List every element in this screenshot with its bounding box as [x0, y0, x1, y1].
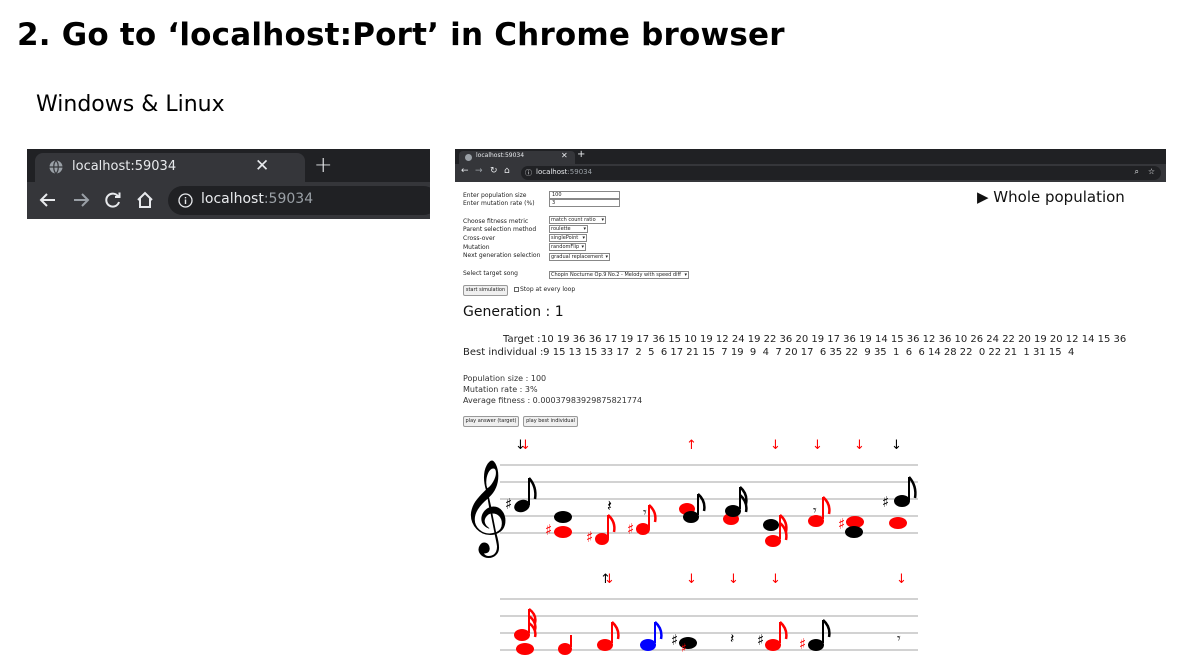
- svg-text:↓: ↓: [520, 438, 531, 453]
- new-tab-icon[interactable]: +: [314, 153, 332, 178]
- tab-title: localhost:59034: [72, 159, 177, 174]
- svg-text:𝄾: 𝄾: [643, 505, 647, 521]
- svg-text:↓: ↓: [896, 572, 907, 587]
- home-icon[interactable]: [135, 190, 155, 210]
- browser-tab[interactable]: localhost:59034 ✕: [35, 153, 305, 182]
- svg-text:↓: ↓: [728, 572, 739, 587]
- forward-icon[interactable]: [71, 190, 91, 210]
- info-icon[interactable]: [178, 193, 193, 208]
- treble-clef-icon: 𝄞: [461, 459, 509, 558]
- svg-text:↓: ↓: [686, 572, 697, 587]
- back-icon[interactable]: [38, 190, 58, 210]
- slide-title: 2. Go to ‘localhost:Port’ in Chrome brow…: [17, 17, 785, 53]
- svg-text:↓: ↓: [604, 572, 615, 587]
- svg-text:♯: ♯: [586, 528, 593, 546]
- svg-text:↓: ↓: [891, 438, 902, 453]
- svg-text:𝄾: 𝄾: [813, 503, 817, 519]
- svg-text:♯: ♯: [838, 515, 845, 533]
- tab-bar: localhost:59034 ✕ +: [27, 149, 430, 182]
- svg-text:↓: ↓: [770, 438, 781, 453]
- globe-icon: [49, 160, 63, 174]
- svg-text:↓: ↓: [770, 572, 781, 587]
- address-bar[interactable]: localhost:59034: [168, 186, 430, 215]
- app-screenshot: localhost:59034 ✕ + ← → ↻ ⌂ ⓘ localhost:…: [455, 149, 1166, 671]
- svg-text:𝄽: 𝄽: [730, 631, 734, 647]
- svg-text:𝄽: 𝄽: [607, 496, 612, 515]
- svg-text:↑: ↑: [686, 438, 697, 453]
- sheet-music: 𝄞 ↓ ↓ ↑ ↓ ↓ ↓ ↓ ♯ ♯ ♯ 𝄽 ♯ 𝄾 𝄾 ♯ ♯ ↑ ↓ ↓ …: [461, 438, 918, 655]
- svg-text:♯: ♯: [681, 641, 687, 655]
- svg-text:♯: ♯: [882, 493, 889, 511]
- svg-text:♯: ♯: [627, 520, 634, 538]
- svg-text:♯: ♯: [505, 495, 512, 513]
- note-sequence: ♯ ♯ ♯ 𝄽 ♯ 𝄾 𝄾 ♯ ♯: [505, 476, 917, 547]
- svg-text:𝄾: 𝄾: [897, 631, 901, 647]
- svg-text:↓: ↓: [854, 438, 865, 453]
- svg-text:♯: ♯: [757, 631, 764, 649]
- staff-lines-row-2: [500, 598, 918, 651]
- slide-subtitle: Windows & Linux: [36, 92, 225, 117]
- svg-text:♯: ♯: [799, 635, 806, 653]
- difference-arrows-row-2: ↑ ↓ ↓ ↓ ↓ ↓: [600, 572, 907, 587]
- svg-text:♯: ♯: [545, 521, 552, 539]
- svg-text:↓: ↓: [812, 438, 823, 453]
- svg-text:♯: ♯: [671, 631, 678, 649]
- browser-chrome-crop: localhost:59034 ✕ + localhost:59034: [27, 149, 430, 219]
- close-icon[interactable]: ✕: [255, 156, 269, 176]
- browser-toolbar: localhost:59034: [27, 182, 430, 219]
- reload-icon[interactable]: [103, 190, 123, 210]
- difference-arrows: ↓ ↓ ↑ ↓ ↓ ↓ ↓: [515, 438, 902, 453]
- url-text: localhost:59034: [201, 191, 314, 207]
